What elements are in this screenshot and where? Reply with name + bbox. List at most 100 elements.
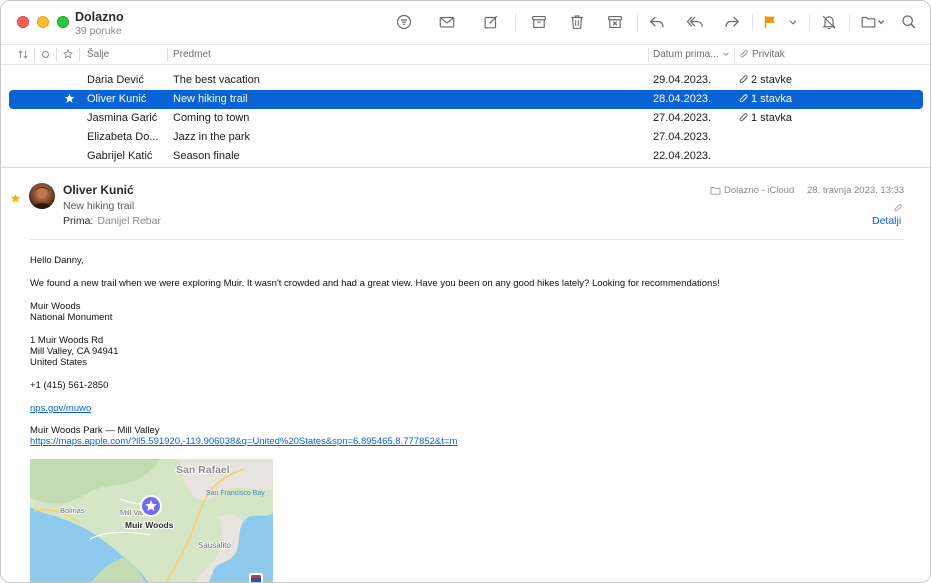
map-title: Muir Woods Park — Mill Valley: [30, 425, 160, 436]
compose-mail-icon: [439, 16, 455, 28]
chevron-down-icon: [789, 20, 797, 25]
attachment-count: 2 stavke: [751, 74, 792, 86]
toolbar-divider: [849, 13, 850, 31]
toolbar-divider: [515, 13, 516, 31]
message-sender: Elizabeta Do...: [87, 131, 159, 143]
message-row[interactable]: Elizabeta Do... Jazz in the park 27.04.2…: [9, 128, 923, 147]
column-divider: [79, 48, 80, 62]
date-sort-chevron[interactable]: [722, 50, 730, 61]
column-divider: [56, 48, 57, 62]
message-sender: Gabrijel Katić: [87, 150, 153, 162]
map-label-bay: San Francisco Bay: [206, 490, 265, 497]
flag-menu-button[interactable]: [786, 12, 800, 32]
message-row-selected[interactable]: Oliver Kunić New hiking trail 28.04.2023…: [9, 90, 923, 109]
reply-all-button[interactable]: [685, 12, 705, 32]
avatar: [29, 183, 55, 209]
compose-button[interactable]: [481, 12, 501, 32]
flag-icon: [764, 16, 775, 29]
message-date: 22.04.2023.: [653, 150, 712, 162]
reply-all-icon: [686, 16, 703, 27]
mailbox-title: Dolazno: [75, 10, 124, 24]
message-subject: Jazz in the park: [173, 131, 251, 143]
message-attachments: 1 stavka: [739, 112, 792, 124]
address-line-1: 1 Muir Woods Rd: [30, 335, 104, 346]
message-list: Daria Dević The best vacation 29.04.2023…: [1, 65, 930, 167]
unread-dot-icon: [42, 51, 49, 58]
address-line-2: Mill Valley, CA 94941: [30, 346, 119, 357]
attachment-header-icon-wrap: [740, 50, 749, 62]
folder-icon: [710, 186, 721, 195]
mailbox-location: Dolazno - iCloud: [710, 185, 794, 196]
toolbar-divider: [809, 13, 810, 31]
sender-column-header[interactable]: Šalje: [87, 49, 109, 60]
zoom-window-button[interactable]: [57, 16, 69, 28]
paperclip-icon: [739, 113, 748, 122]
attachment-indicator: [894, 200, 904, 212]
map-pin-icon[interactable]: [140, 495, 162, 517]
pane-divider[interactable]: [1, 167, 930, 168]
message-row[interactable]: Jasmina Garić Coming to town 27.04.2023.…: [9, 109, 923, 128]
map-label-town-1: Bolinas: [60, 506, 85, 515]
map-url-link[interactable]: https://maps.apple.com/?ll5.591920,-119.…: [30, 436, 457, 448]
map-pin-label: Muir Woods: [125, 520, 174, 530]
filter-button[interactable]: [394, 12, 414, 32]
sort-arrows-icon: [18, 50, 28, 59]
details-link[interactable]: Detalji: [872, 215, 901, 227]
message-date: 27.04.2023.: [653, 131, 712, 143]
star-icon[interactable]: [10, 191, 22, 203]
flag-column-header[interactable]: [62, 48, 74, 62]
flag-button[interactable]: [760, 12, 780, 32]
forward-button[interactable]: [722, 12, 742, 32]
message-from[interactable]: Oliver Kunić: [63, 183, 134, 197]
delete-button[interactable]: [567, 12, 587, 32]
map-preview[interactable]: San Rafael San Francisco Bay Bolinas Mil…: [30, 459, 273, 582]
message-date: 29.04.2023.: [653, 74, 712, 86]
message-subject-line: New hiking trail: [63, 200, 135, 212]
junk-button[interactable]: [605, 12, 625, 32]
minimize-window-button[interactable]: [37, 16, 49, 28]
header-divider: [30, 239, 904, 240]
column-divider: [34, 48, 35, 62]
attachment-column-header[interactable]: Privitak: [752, 49, 785, 60]
sort-toggle[interactable]: [17, 49, 29, 63]
get-mail-button[interactable]: [437, 12, 457, 32]
mute-button[interactable]: [819, 12, 839, 32]
reply-icon: [650, 16, 664, 27]
message-subject: The best vacation: [173, 74, 260, 86]
message-row[interactable]: Daria Dević The best vacation 29.04.2023…: [9, 71, 923, 90]
search-button[interactable]: [899, 12, 919, 32]
address-line-3: United States: [30, 357, 88, 368]
map-label-town-3: Sausalito: [198, 541, 231, 550]
filter-icon: [396, 14, 412, 30]
paperclip-icon: [894, 204, 902, 212]
trash-icon: [571, 15, 583, 29]
mail-window: Dolazno 39 poruke Šalje Predmet Datum pr…: [0, 0, 931, 583]
message-row[interactable]: Gabrijel Katić Season finale 22.04.2023.: [9, 147, 923, 166]
column-divider: [648, 48, 649, 62]
junk-icon: [608, 16, 622, 28]
paperclip-icon: [740, 50, 748, 58]
phone-number[interactable]: +1 (415) 561-2850: [30, 380, 108, 392]
paperclip-icon: [739, 94, 748, 103]
subject-column-header[interactable]: Predmet: [173, 49, 211, 60]
archive-icon: [532, 16, 546, 28]
reply-button[interactable]: [647, 12, 667, 32]
column-divider: [734, 48, 735, 62]
close-window-button[interactable]: [17, 16, 29, 28]
date-column-header[interactable]: Datum prima...: [653, 49, 719, 60]
message-subject: New hiking trail: [173, 93, 248, 105]
message-date: 28.04.2023.: [653, 93, 712, 105]
message-subject: Coming to town: [173, 112, 250, 124]
archive-button[interactable]: [529, 12, 549, 32]
message-sender: Daria Dević: [87, 74, 144, 86]
highway-shield-icon: [249, 573, 263, 582]
recipient-name[interactable]: Danijel Rebar: [97, 215, 161, 227]
mailbox-location-label: Dolazno - iCloud: [724, 185, 795, 196]
forward-icon: [725, 16, 739, 27]
unread-column-header[interactable]: [41, 50, 50, 62]
move-to-button[interactable]: [859, 12, 887, 32]
message-attachments: 2 stavke: [739, 74, 792, 86]
website-link[interactable]: nps.gov/muwo: [30, 403, 91, 415]
mailbox-message-count: 39 poruke: [75, 25, 122, 37]
map-label-city-1: San Rafael: [176, 464, 230, 476]
